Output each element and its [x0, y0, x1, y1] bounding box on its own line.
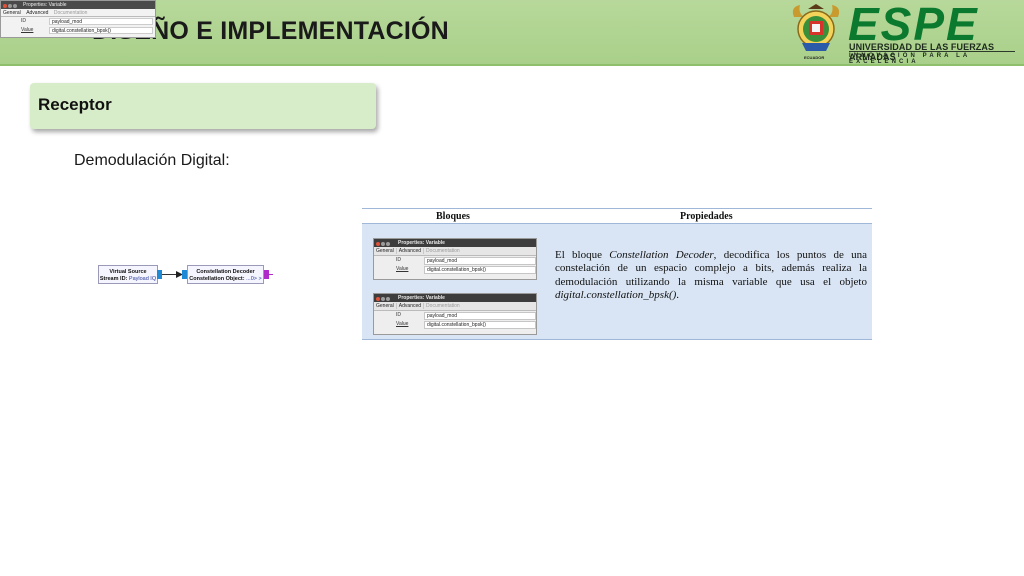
block-param: Stream ID: Payload IQ [99, 276, 157, 282]
espe-seal-icon [792, 4, 840, 51]
block-title: Constellation Decoder [196, 269, 255, 275]
property-row: Value digital.constellation_bpsk() [374, 265, 536, 274]
window-tabs: General Advanced Documentation [374, 302, 536, 311]
header-band: DISEÑO E IMPLEMENTACIÓN Properties: Vari… [0, 0, 1024, 66]
property-value-field[interactable]: digital.constellation_bpsk() [49, 27, 153, 34]
property-key: ID [396, 312, 401, 318]
tab-advanced[interactable]: Advanced [396, 248, 425, 254]
window-control-dots-icon[interactable] [376, 241, 391, 249]
block-title: Virtual Source [109, 269, 147, 275]
mini-properties-window: Properties: Variable General Advanced Do… [0, 0, 156, 38]
section-subtitle: Demodulación Digital: [74, 152, 230, 169]
university-tagline: INNOVACIÓN PARA LA EXCELENCIA [849, 53, 971, 65]
property-key: Value [396, 321, 409, 327]
properties-window: Properties: Variable General Advanced Docu… [373, 238, 537, 280]
property-value-field[interactable]: digital.constellation_bpsk() [424, 321, 536, 329]
block-param: Constellation Object: ...0> > [189, 276, 262, 282]
window-control-dots-icon [3, 3, 18, 11]
block-description: El bloque Constellation Decoder, decodif… [555, 249, 867, 301]
property-row: Value digital.constellation_bpsk() [374, 320, 536, 329]
property-value-field[interactable]: payload_mod [424, 257, 536, 265]
property-value-field[interactable]: payload_mod [49, 18, 153, 25]
section-header-box: Receptor [30, 83, 376, 129]
property-row: Value digital.constellation_bpsk() [1, 26, 155, 35]
tab-documentation[interactable]: Documentation [52, 10, 90, 16]
column-header-propiedades: Propiedades [680, 211, 733, 222]
property-value-field[interactable]: payload_mod [424, 312, 536, 320]
property-row: ID payload_mod [374, 311, 536, 320]
tab-advanced[interactable]: Advanced [396, 303, 425, 309]
window-titlebar: Properties: Variable [374, 239, 536, 247]
mini-window-titlebar: Properties: Variable [1, 1, 155, 9]
constellation-decoder-block[interactable]: Constellation Decoder Constellation Obje… [187, 265, 264, 284]
property-key: Value [21, 27, 34, 33]
section-title: Receptor [38, 95, 112, 114]
property-value-field[interactable]: digital.constellation_bpsk() [424, 266, 536, 274]
property-key: ID [21, 18, 26, 24]
window-titlebar: Properties: Variable [374, 294, 536, 302]
property-key: Value [396, 266, 409, 272]
tab-documentation[interactable]: Documentation [424, 248, 462, 254]
tab-advanced[interactable]: Advanced [24, 10, 50, 16]
virtual-source-block[interactable]: Virtual Source Stream ID: Payload IQ [98, 265, 158, 284]
logo-divider [849, 51, 1015, 52]
mini-window-tabs: General Advanced Documentation [1, 9, 155, 17]
tab-documentation[interactable]: Documentation [424, 303, 462, 309]
table-header-row: Bloques Propiedades [362, 209, 872, 224]
connection-stub [269, 274, 273, 275]
window-tabs: General Advanced Documentation [374, 247, 536, 256]
properties-window: Properties: Variable General Advanced Docu… [373, 293, 537, 335]
property-row: ID payload_mod [1, 17, 155, 26]
window-control-dots-icon[interactable] [376, 296, 391, 304]
property-key: ID [396, 257, 401, 263]
property-row: ID payload_mod [374, 256, 536, 265]
blocks-properties-table: Bloques Propiedades Properties: Variable… [362, 208, 872, 340]
column-header-bloques: Bloques [436, 211, 470, 222]
seal-label: ECUADOR [804, 55, 825, 60]
